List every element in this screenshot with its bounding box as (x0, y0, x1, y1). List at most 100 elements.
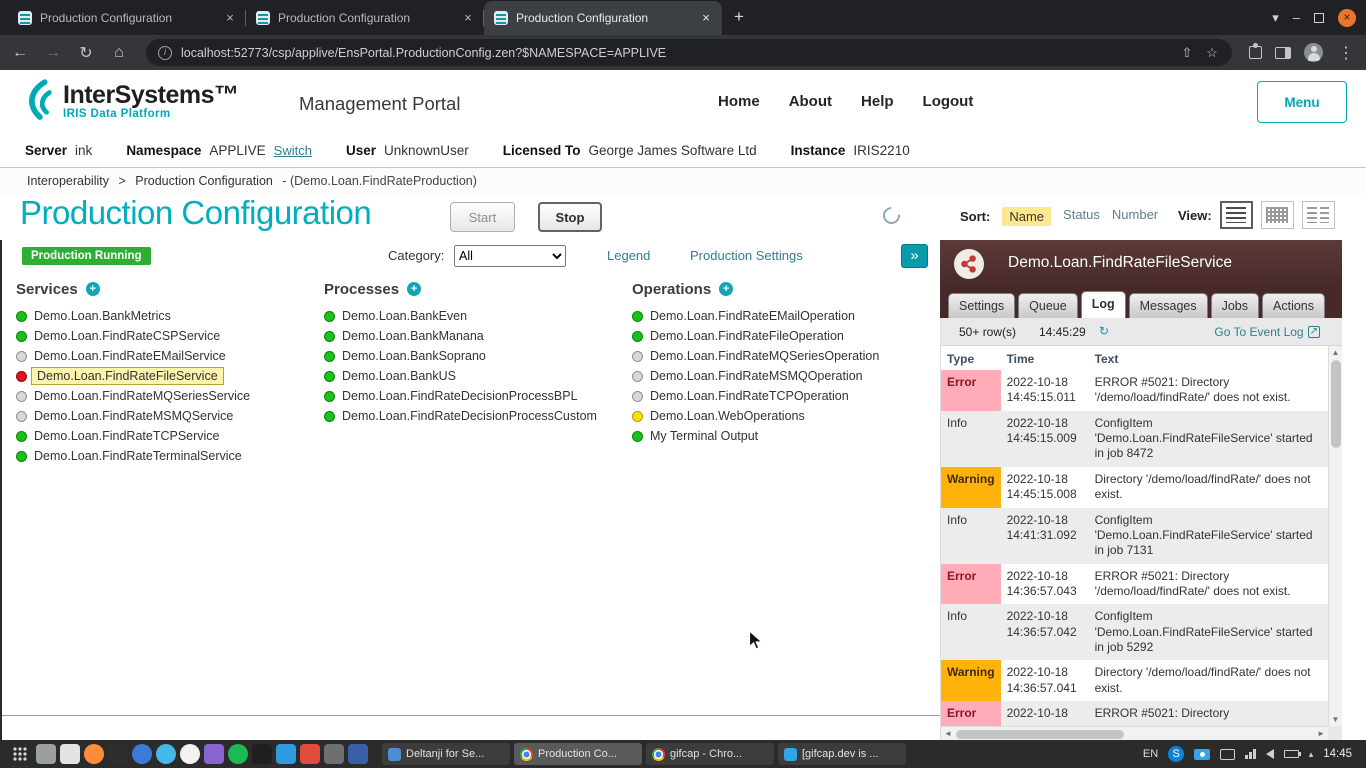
taskbar-app-icon-3[interactable] (84, 744, 104, 764)
battery-icon[interactable] (1284, 750, 1299, 758)
nav-link-home[interactable]: Home (718, 93, 760, 110)
config-item[interactable]: Demo.Loan.FindRateTCPOperation (632, 386, 932, 406)
config-item[interactable]: Demo.Loan.WebOperations (632, 406, 932, 426)
taskbar-app-icon-9[interactable] (228, 744, 248, 764)
tab-close-icon[interactable]: × (460, 10, 476, 26)
camera-icon[interactable] (1194, 749, 1210, 760)
config-item[interactable]: Demo.Loan.BankManana (324, 326, 624, 346)
maximize-button[interactable] (1314, 13, 1324, 23)
config-item[interactable]: Demo.Loan.FindRateDecisionProcessCustom (324, 406, 624, 426)
config-item[interactable]: Demo.Loan.FindRateEMailService (16, 346, 316, 366)
tab-close-icon[interactable]: × (222, 10, 238, 26)
taskbar-app-icon-6[interactable] (156, 744, 176, 764)
scroll-up-icon[interactable]: ▲ (1329, 348, 1342, 357)
expand-panel-button[interactable]: » (901, 244, 928, 268)
volume-icon[interactable] (1266, 749, 1274, 759)
panel-tab-jobs[interactable]: Jobs (1211, 293, 1259, 318)
taskbar-app-icon-14[interactable] (348, 744, 368, 764)
taskbar-clock[interactable]: 14:45 (1323, 748, 1352, 760)
config-item[interactable]: Demo.Loan.FindRateMQSeriesService (16, 386, 316, 406)
side-panel-icon[interactable] (1275, 47, 1291, 59)
go-to-event-log-link[interactable]: Go To Event Log ↗ (1214, 325, 1320, 339)
config-item[interactable]: Demo.Loan.FindRateMSMQService (16, 406, 316, 426)
panel-tab-messages[interactable]: Messages (1129, 293, 1208, 318)
config-item[interactable]: Demo.Loan.FindRateMSMQOperation (632, 366, 932, 386)
taskbar-app-icon-11[interactable] (276, 744, 296, 764)
applications-menu-icon[interactable] (8, 743, 32, 765)
log-column-header[interactable]: Type (941, 346, 1001, 370)
taskbar-app-icon-2[interactable] (60, 744, 80, 764)
new-tab-button[interactable]: + (726, 4, 752, 30)
config-item[interactable]: Demo.Loan.FindRateEMailOperation (632, 306, 932, 326)
taskbar-window-button[interactable]: Deltanji for Se... (382, 743, 510, 765)
config-item[interactable]: Demo.Loan.FindRateDecisionProcessBPL (324, 386, 624, 406)
taskbar-app-icon-13[interactable] (324, 744, 344, 764)
view-split-button[interactable] (1302, 201, 1335, 229)
config-item[interactable]: Demo.Loan.FindRateCSPService (16, 326, 316, 346)
taskbar-app-icon-4[interactable] (108, 744, 128, 764)
taskbar-app-icon-7[interactable] (180, 744, 200, 764)
view-list-button[interactable] (1220, 201, 1253, 229)
nav-link-logout[interactable]: Logout (923, 93, 974, 110)
panel-tab-actions[interactable]: Actions (1262, 293, 1325, 318)
config-item[interactable]: Demo.Loan.BankMetrics (16, 306, 316, 326)
start-button[interactable]: Start (450, 202, 515, 232)
stop-button[interactable]: Stop (538, 202, 602, 232)
horizontal-scrollbar[interactable]: ◄ ► (941, 726, 1328, 740)
legend-link[interactable]: Legend (607, 248, 650, 263)
close-window-button[interactable]: × (1338, 9, 1356, 27)
display-icon[interactable] (1220, 749, 1235, 760)
taskbar-window-button[interactable]: gifcap - Chro... (646, 743, 774, 765)
config-item[interactable]: Demo.Loan.FindRateFileService (16, 366, 316, 386)
log-column-header[interactable]: Text (1089, 346, 1328, 370)
taskbar-app-icon-10[interactable] (252, 744, 272, 764)
sort-option-status[interactable]: Status (1063, 207, 1100, 226)
config-item[interactable]: Demo.Loan.FindRateMQSeriesOperation (632, 346, 932, 366)
sort-option-number[interactable]: Number (1112, 207, 1158, 226)
taskbar-app-icon-12[interactable] (300, 744, 320, 764)
vertical-scrollbar[interactable]: ▲ ▼ (1328, 346, 1342, 726)
home-button[interactable]: ⌂ (109, 44, 129, 62)
add-item-button[interactable]: + (719, 282, 733, 296)
breadcrumb-interoperability[interactable]: Interoperability (27, 174, 109, 188)
config-item[interactable]: Demo.Loan.BankEven (324, 306, 624, 326)
profile-avatar[interactable] (1304, 43, 1323, 62)
refresh-log-icon[interactable]: ↻ (1099, 324, 1109, 338)
vertical-scrollbar-thumb[interactable] (1331, 360, 1341, 448)
nav-link-about[interactable]: About (789, 93, 832, 110)
horizontal-scrollbar-thumb[interactable] (956, 730, 1124, 739)
reload-button[interactable]: ↻ (76, 43, 96, 63)
config-item[interactable]: My Terminal Output (632, 426, 932, 446)
minimize-button[interactable]: – (1293, 10, 1300, 25)
panel-tab-queue[interactable]: Queue (1018, 293, 1078, 318)
view-grid-button[interactable] (1261, 201, 1294, 229)
back-button[interactable]: ← (10, 44, 30, 62)
taskbar-window-button[interactable]: Production Co... (514, 743, 642, 765)
browser-tab[interactable]: Production Configuration× (484, 1, 722, 35)
address-bar[interactable]: i localhost:52773/csp/applive/EnsPortal.… (146, 39, 1232, 66)
nav-link-help[interactable]: Help (861, 93, 894, 110)
add-item-button[interactable]: + (86, 282, 100, 296)
site-info-icon[interactable]: i (158, 46, 172, 60)
skype-icon[interactable]: S (1168, 746, 1184, 762)
log-column-header[interactable]: Time (1001, 346, 1089, 370)
add-item-button[interactable]: + (407, 282, 421, 296)
tray-expand-icon[interactable]: ▴ (1309, 749, 1314, 760)
keyboard-layout-indicator[interactable]: EN (1143, 748, 1158, 760)
forward-button[interactable]: → (43, 44, 63, 62)
config-item[interactable]: Demo.Loan.FindRateTerminalService (16, 446, 316, 466)
config-item[interactable]: Demo.Loan.BankUS (324, 366, 624, 386)
namespace-switch-link[interactable]: Switch (274, 143, 312, 158)
config-item[interactable]: Demo.Loan.FindRateFileOperation (632, 326, 932, 346)
scroll-right-icon[interactable]: ► (1317, 729, 1325, 738)
tab-close-icon[interactable]: × (698, 10, 714, 26)
config-item[interactable]: Demo.Loan.BankSoprano (324, 346, 624, 366)
network-signal-icon[interactable] (1245, 749, 1256, 759)
window-menu-icon[interactable]: ▾ (1272, 10, 1279, 26)
bookmark-star-icon[interactable]: ☆ (1204, 45, 1220, 61)
taskbar-window-button[interactable]: [gifcap.dev is ... (778, 743, 906, 765)
production-settings-link[interactable]: Production Settings (690, 248, 803, 263)
browser-menu-icon[interactable]: ⋮ (1336, 43, 1356, 63)
share-icon[interactable]: ⇧ (1179, 45, 1195, 61)
sort-option-name[interactable]: Name (1002, 207, 1051, 226)
